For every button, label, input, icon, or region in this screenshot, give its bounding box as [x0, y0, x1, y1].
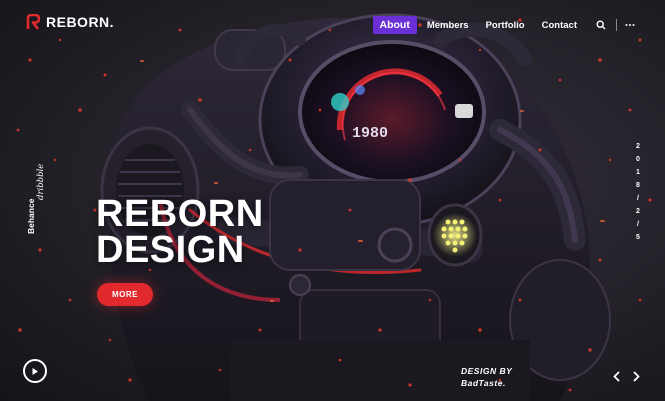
hero-line-2: DESIGN [96, 229, 245, 271]
date-char: 1 [636, 169, 640, 176]
more-dots-icon[interactable] [623, 18, 637, 32]
nav-item-members[interactable]: Members [420, 17, 476, 34]
nav-item-about[interactable]: About [372, 16, 417, 34]
social-dribbble[interactable]: dribbble [36, 164, 46, 200]
play-icon [32, 367, 38, 375]
brand-name: REBORN. [46, 14, 115, 30]
main-nav: About Members Portfolio Contact [370, 16, 637, 34]
social-links: Behance dribbble [22, 158, 46, 238]
brand-logo[interactable]: REBORN. [26, 14, 114, 30]
date-char: / [637, 221, 639, 228]
nav-item-portfolio[interactable]: Portfolio [479, 17, 532, 34]
hero-title: REBORN DESIGN [96, 193, 264, 271]
hero-line-1: REBORN [96, 193, 264, 235]
nav-divider [616, 19, 617, 31]
hero-stage: 1980 REBORN. About Members Portfolio Con… [0, 0, 665, 401]
search-icon[interactable] [594, 18, 608, 32]
credit-line-1: DESIGN BY [461, 366, 513, 376]
more-button[interactable]: MORE [97, 283, 153, 306]
date-char: 0 [636, 156, 640, 163]
date-char: 2 [636, 143, 640, 150]
credit-line-2: BadTaste. [461, 378, 506, 388]
design-credit: DESIGN BY BadTaste. [461, 365, 512, 389]
visor-counter: 1980 [352, 125, 388, 142]
vertical-date: 2 0 1 8 / 2 / 5 [633, 140, 643, 244]
date-char: 2 [636, 208, 640, 215]
chevron-left-icon[interactable] [611, 370, 621, 382]
date-char: / [637, 195, 639, 202]
logo-mark-icon [26, 14, 40, 30]
nav-item-contact[interactable]: Contact [535, 17, 584, 34]
play-button[interactable] [23, 359, 47, 383]
date-char: 5 [636, 234, 640, 241]
date-char: 8 [636, 182, 640, 189]
social-behance[interactable]: Behance [26, 199, 36, 234]
chevron-right-icon[interactable] [631, 370, 641, 382]
slider-arrows [611, 370, 641, 382]
